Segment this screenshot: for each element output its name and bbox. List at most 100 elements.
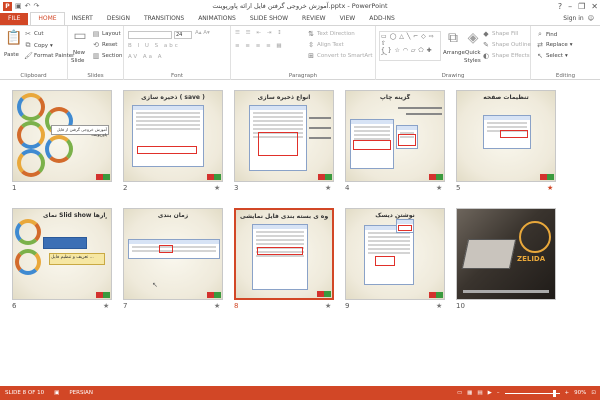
sign-in-link[interactable]: Sign in: [563, 15, 583, 22]
slide-thumbnail-2[interactable]: ذخیره سازی ( save ): [123, 90, 223, 182]
decorative-rings: [13, 209, 53, 299]
tab-file[interactable]: FILE: [0, 13, 29, 25]
transition-star-icon[interactable]: ★: [325, 184, 331, 192]
slide-thumbnail-6[interactable]: نمای Slid show و ابزارها تعریف و تنظیم ف…: [12, 208, 112, 300]
shape-outline-label: Shape Outline: [492, 42, 531, 48]
zoom-out-button[interactable]: –: [497, 390, 500, 396]
logo-ring: [519, 221, 551, 253]
transition-star-icon[interactable]: ★: [436, 184, 442, 192]
tab-animations[interactable]: ANIMATIONS: [191, 13, 243, 25]
paste-button[interactable]: Paste: [4, 52, 19, 58]
transition-star-icon[interactable]: ★: [325, 302, 331, 310]
format-painter-button[interactable]: 🖌 Format Painter: [24, 52, 74, 60]
transition-star-icon[interactable]: ★: [214, 184, 220, 192]
tab-review[interactable]: REVIEW: [295, 13, 333, 25]
slide-thumbnail-5[interactable]: تنظیمات صفحه: [456, 90, 556, 182]
text-direction-button[interactable]: ⇅ Text Direction: [307, 30, 355, 38]
help-icon[interactable]: ?: [558, 2, 562, 11]
layout-button[interactable]: ▤ Layout: [92, 30, 121, 38]
restore-button[interactable]: ❐: [578, 2, 585, 11]
redo-icon[interactable]: ↷: [34, 2, 40, 10]
undo-icon[interactable]: ↶: [25, 2, 31, 10]
zoom-slider[interactable]: [504, 389, 560, 397]
zoom-in-button[interactable]: +: [565, 390, 570, 396]
copy-button[interactable]: ⧉ Copy ▾: [24, 41, 53, 50]
font-style-buttons[interactable]: B I U S abc: [128, 43, 180, 49]
tab-transitions[interactable]: TRANSITIONS: [137, 13, 191, 25]
slide-title: ذخیره سازی ( save ): [141, 94, 205, 101]
convert-smartart-button[interactable]: ⊞ Convert to SmartArt: [307, 52, 373, 60]
paste-icon[interactable]: 📋: [5, 30, 22, 46]
zoom-level[interactable]: 90%: [574, 390, 586, 396]
copy-label: Copy: [34, 42, 48, 49]
transition-star-icon[interactable]: ★: [103, 302, 109, 310]
list-buttons[interactable]: ☰ ☰ ⇤ ⇥ ↕: [235, 30, 284, 36]
align-buttons[interactable]: ≡ ≡ ≡ ≡ ▦: [235, 43, 284, 49]
reset-button[interactable]: ⟲ Reset: [92, 41, 117, 49]
slideshow-view-icon[interactable]: ▶: [488, 390, 492, 396]
zoom-slider-knob[interactable]: [552, 389, 556, 397]
shape-fill-button[interactable]: ◆ Shape Fill: [482, 30, 518, 38]
font-name-combo[interactable]: [128, 31, 172, 39]
new-slide-icon[interactable]: ▭: [73, 28, 87, 44]
shape-outline-button[interactable]: ✎ Shape Outline: [482, 41, 531, 49]
shapes-gallery[interactable]: ▭ ◯ △ ╲ ⌐ ◇ ⇨ ⇧{ } ☆ ◠ ▱ ⬠ ✚ ⌒⌂ ◔ ▶ ⬡ ⎔ …: [379, 31, 441, 61]
scissors-icon: ✂: [25, 30, 31, 38]
find-button[interactable]: ⌕ Find: [536, 30, 557, 39]
fit-slide-icon[interactable]: ⊡: [591, 390, 596, 396]
align-text-label: Align Text: [317, 42, 344, 48]
tab-slide-show[interactable]: SLIDE SHOW: [243, 13, 295, 25]
slide-thumbnail-9[interactable]: نوشتن دیسک: [345, 208, 445, 300]
slide-thumbnail-1[interactable]: آموزش خروجی گرفتن از فایل پاورپوینت: [12, 90, 112, 182]
tab-insert[interactable]: INSERT: [65, 13, 100, 25]
proofing-icon[interactable]: ▣: [54, 390, 59, 396]
slide-corner-decoration: [207, 292, 221, 298]
quick-styles-button[interactable]: Quick: [465, 50, 481, 56]
screenshot-image: [252, 224, 308, 290]
slide-thumbnail-8[interactable]: نحوه ی بسته بندی فایل نمایشی: [234, 208, 334, 300]
transition-star-icon[interactable]: ★: [547, 184, 553, 192]
tab-design[interactable]: DESIGN: [100, 13, 137, 25]
arrange-icon[interactable]: ⧉: [446, 30, 460, 46]
save-icon[interactable]: ▣: [15, 2, 22, 10]
slide-corner-decoration: [96, 292, 110, 298]
tab-home[interactable]: HOME: [30, 12, 65, 25]
font-grow-icon[interactable]: A▴ A▾: [195, 30, 210, 36]
arrange-button[interactable]: Arrange: [443, 50, 465, 56]
transition-star-icon[interactable]: ★: [436, 302, 442, 310]
normal-view-icon[interactable]: ▭: [457, 390, 462, 396]
chevron-down-icon: ▾: [564, 53, 568, 59]
font-color-buttons[interactable]: AV Aa A: [128, 54, 164, 60]
tab-add-ins[interactable]: ADD-INS: [362, 13, 402, 25]
quick-styles-icon[interactable]: ◈: [466, 30, 480, 46]
cut-button[interactable]: ✂ Cut: [24, 30, 43, 38]
slide-thumbnail-10[interactable]: ZELIDA: [456, 208, 556, 300]
new-slide-button[interactable]: New: [73, 50, 85, 56]
slide-title: تنظیمات صفحه: [483, 94, 529, 101]
slide-corner-decoration: [540, 174, 554, 180]
slide-thumbnail-4[interactable]: گزینه چاپ: [345, 90, 445, 182]
slide-corner-decoration: [429, 292, 443, 298]
shape-effects-button[interactable]: ◐ Shape Effects: [482, 52, 530, 60]
slide-sorter-view-icon[interactable]: ▦: [467, 390, 472, 396]
slide-thumbnail-7[interactable]: زمان بندی ↖: [123, 208, 223, 300]
minimize-button[interactable]: –: [568, 2, 572, 11]
replace-button[interactable]: ⇄ Replace ▾: [536, 41, 572, 49]
reading-view-icon[interactable]: ▤: [477, 390, 482, 396]
slide-number: 4: [345, 184, 350, 192]
slide-thumbnail-3[interactable]: انواع ذخیره سازی: [234, 90, 334, 182]
font-size-combo[interactable]: 24: [174, 31, 192, 39]
close-button[interactable]: ✕: [591, 2, 598, 11]
select-button[interactable]: ↖ Select ▾: [536, 52, 568, 60]
replace-icon: ⇄: [537, 41, 543, 49]
user-avatar-icon[interactable]: ☺: [588, 15, 594, 22]
slide-corner-decoration: [429, 174, 443, 180]
reset-icon: ⟲: [93, 41, 99, 49]
tab-view[interactable]: VIEW: [333, 13, 363, 25]
language-indicator[interactable]: PERSIAN: [69, 390, 93, 396]
section-button[interactable]: ▥ Section: [92, 52, 123, 60]
pen-icon: ✎: [483, 41, 489, 49]
align-text-button[interactable]: ⇳ Align Text: [307, 41, 344, 49]
transition-star-icon[interactable]: ★: [214, 302, 220, 310]
drawing-label: Drawing: [441, 73, 465, 79]
